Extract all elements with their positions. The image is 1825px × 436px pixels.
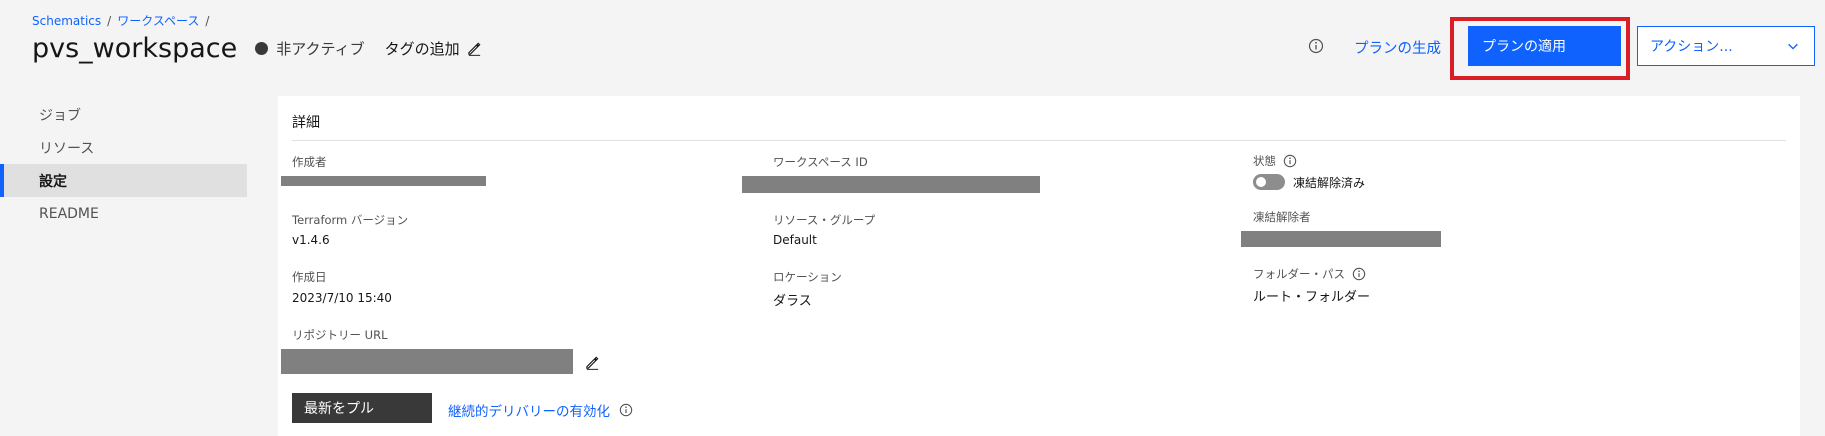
- folder-path-label-text: フォルダー・パス: [1253, 267, 1345, 281]
- apply-plan-button[interactable]: プランの適用: [1468, 26, 1621, 66]
- created-date-value: 2023/7/10 15:40: [292, 291, 392, 305]
- generate-plan-button[interactable]: プランの生成: [1354, 37, 1441, 58]
- terraform-version-label-text: Terraform バージョン: [292, 213, 409, 227]
- folder-path-label: フォルダー・パス: [1253, 266, 1366, 282]
- workspace-id-label-text: ワークスペース ID: [773, 155, 868, 169]
- info-icon[interactable]: [619, 403, 633, 417]
- resource-group-label: リソース・グループ: [773, 212, 875, 228]
- state-value: 凍結解除済み: [1293, 176, 1366, 190]
- chevron-down-icon: [1788, 43, 1798, 50]
- location-label: ロケーション: [773, 269, 842, 285]
- repository-url-redacted: [281, 349, 573, 374]
- state-label: 状態: [1253, 153, 1297, 169]
- sidebar-item-readme[interactable]: README: [0, 197, 247, 230]
- title-row: pvs_workspace 非アクティブ タグの追加: [32, 30, 482, 66]
- resource-group-value: Default: [773, 233, 817, 247]
- status-dot-icon: [255, 41, 269, 55]
- location-value: ダラス: [773, 294, 812, 309]
- sidebar: ジョブ リソース 設定 README: [0, 98, 247, 230]
- pencil-icon: [467, 42, 481, 56]
- workspace-id-label: ワークスペース ID: [773, 154, 868, 170]
- repository-url-label: リポジトリー URL: [292, 327, 387, 343]
- resource-group-label-text: リソース・グループ: [773, 213, 876, 227]
- breadcrumb-schematics[interactable]: Schematics: [32, 14, 101, 28]
- actions-dropdown[interactable]: アクション...: [1637, 26, 1815, 66]
- unfrozen-by-redacted: [1241, 231, 1441, 247]
- created-date-label: 作成日: [292, 269, 327, 285]
- details-title: 詳細: [292, 115, 320, 131]
- pull-latest-button[interactable]: 最新をプル: [292, 393, 432, 423]
- info-icon[interactable]: [1352, 267, 1366, 281]
- freeze-toggle[interactable]: [1253, 174, 1285, 190]
- sidebar-item-jobs[interactable]: ジョブ: [0, 98, 247, 131]
- state-label-text: 状態: [1253, 154, 1276, 168]
- details-panel: 詳細 作成者 Terraform バージョン v1.4.6 作成日 2023/7…: [278, 96, 1800, 436]
- enable-continuous-delivery-link[interactable]: 継続的デリバリーの有効化: [448, 400, 633, 420]
- creator-redacted: [281, 176, 486, 186]
- info-icon[interactable]: [1283, 154, 1297, 168]
- divider: [292, 140, 1786, 141]
- creator-label: 作成者: [292, 154, 327, 170]
- breadcrumb: Schematics / ワークスペース /: [32, 12, 209, 29]
- created-date-label-text: 作成日: [292, 270, 327, 284]
- breadcrumb-separator: /: [107, 13, 112, 28]
- location-label-text: ロケーション: [773, 270, 842, 284]
- terraform-version-value: v1.4.6: [292, 233, 330, 247]
- page-title: pvs_workspace: [32, 32, 238, 64]
- terraform-version-label: Terraform バージョン: [292, 212, 408, 228]
- folder-path-value: ルート・フォルダー: [1253, 290, 1371, 305]
- add-tag-label: タグの追加: [384, 39, 460, 58]
- workspace-id-redacted: [742, 176, 1040, 193]
- unfrozen-by-label: 凍結解除者: [1253, 209, 1311, 225]
- creator-label-text: 作成者: [292, 155, 327, 169]
- info-icon[interactable]: [1308, 38, 1324, 54]
- unfrozen-by-label-text: 凍結解除者: [1253, 210, 1311, 224]
- add-tag-button[interactable]: タグの追加: [385, 38, 482, 59]
- repository-url-label-text: リポジトリー URL: [292, 328, 388, 342]
- edit-repository-url-icon[interactable]: [585, 355, 600, 370]
- breadcrumb-workspaces[interactable]: ワークスペース: [117, 12, 199, 29]
- sidebar-item-resources[interactable]: リソース: [0, 131, 247, 164]
- breadcrumb-separator-trailing: /: [205, 13, 210, 28]
- actions-label: アクション...: [1650, 39, 1733, 55]
- enable-cd-label: 継続的デリバリーの有効化: [448, 404, 610, 420]
- sidebar-item-settings[interactable]: 設定: [0, 164, 247, 197]
- status-badge: 非アクティブ: [276, 39, 365, 58]
